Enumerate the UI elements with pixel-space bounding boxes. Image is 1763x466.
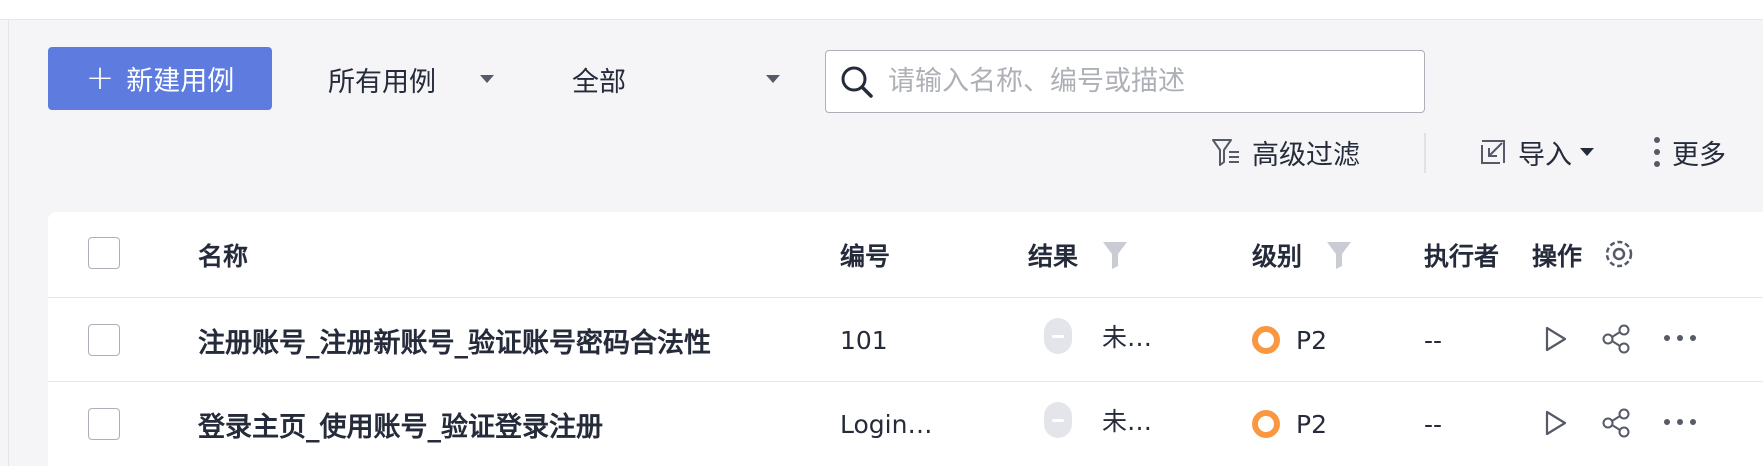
more-horizontal-icon[interactable] (1662, 333, 1698, 343)
search-icon (841, 66, 873, 98)
status-dropdown-value: 全部 (572, 66, 626, 98)
result-status-icon (1044, 316, 1072, 356)
table-row[interactable]: 注册账号_注册新账号_验证账号密码合法性 101 未… P2 -- (48, 298, 1763, 382)
import-button[interactable]: 导入 (1478, 130, 1594, 174)
case-executor: -- (1424, 325, 1443, 355)
header-actions: 操作 (1532, 242, 1583, 271)
top-strip (0, 0, 1763, 20)
share-icon[interactable] (1600, 407, 1632, 439)
row-checkbox[interactable] (88, 324, 120, 356)
left-divider (8, 20, 9, 466)
case-level-label: P2 (1296, 325, 1327, 355)
caret-down-icon (1580, 148, 1594, 156)
gear-icon[interactable] (1602, 237, 1636, 271)
case-name[interactable]: 注册账号_注册新账号_验证账号密码合法性 (198, 320, 711, 360)
case-id: Login… (840, 409, 933, 439)
toolbar-divider (1424, 133, 1426, 173)
header-name: 名称 (198, 242, 249, 271)
header-executor: 执行者 (1424, 242, 1500, 271)
new-case-button[interactable]: + 新建用例 (48, 47, 272, 110)
advanced-filter-label: 高级过滤 (1252, 139, 1360, 171)
play-icon[interactable] (1540, 324, 1570, 354)
table-row[interactable]: 登录主页_使用账号_验证登录注册 Login… 未… P2 -- (48, 382, 1763, 466)
plus-icon: + (85, 57, 115, 98)
case-executor: -- (1424, 409, 1443, 439)
case-id: 101 (840, 325, 888, 355)
scope-dropdown[interactable]: 所有用例 (328, 55, 498, 103)
more-horizontal-icon[interactable] (1662, 417, 1698, 427)
search-input[interactable] (888, 66, 1408, 97)
import-label: 导入 (1518, 139, 1572, 171)
case-level-label: P2 (1296, 409, 1327, 439)
advanced-filter-button[interactable]: 高级过滤 (1210, 130, 1360, 174)
level-filter-icon[interactable] (1326, 240, 1352, 270)
play-icon[interactable] (1540, 408, 1570, 438)
header-level: 级别 (1252, 242, 1303, 271)
more-label: 更多 (1672, 139, 1726, 171)
case-result: 未… (1102, 323, 1153, 352)
case-level: P2 (1252, 404, 1327, 444)
filter-icon (1212, 139, 1239, 166)
search-box[interactable] (825, 50, 1425, 113)
cases-table: 名称 编号 结果 级别 执行者 操作 注册账号_注册新账号_验证账号密码合法性 … (48, 212, 1763, 466)
case-result: 未… (1102, 407, 1153, 436)
more-button[interactable]: 更多 (1652, 130, 1726, 174)
chevron-down-icon (766, 75, 780, 83)
table-header-row: 名称 编号 结果 级别 执行者 操作 (48, 212, 1763, 298)
priority-ring-icon (1252, 326, 1280, 354)
import-icon (1481, 140, 1505, 164)
header-result: 结果 (1028, 242, 1079, 271)
case-level: P2 (1252, 320, 1327, 360)
select-all-checkbox[interactable] (88, 237, 120, 269)
more-vertical-icon (1654, 137, 1660, 167)
result-status-icon (1044, 400, 1072, 440)
chevron-down-icon (480, 75, 494, 83)
case-name[interactable]: 登录主页_使用账号_验证登录注册 (198, 404, 603, 444)
new-case-label: 新建用例 (126, 66, 235, 97)
row-checkbox[interactable] (88, 408, 120, 440)
result-filter-icon[interactable] (1102, 240, 1128, 270)
scope-dropdown-value: 所有用例 (328, 66, 436, 98)
header-id: 编号 (840, 242, 891, 271)
priority-ring-icon (1252, 410, 1280, 438)
status-dropdown[interactable]: 全部 (572, 55, 792, 103)
share-icon[interactable] (1600, 323, 1632, 355)
